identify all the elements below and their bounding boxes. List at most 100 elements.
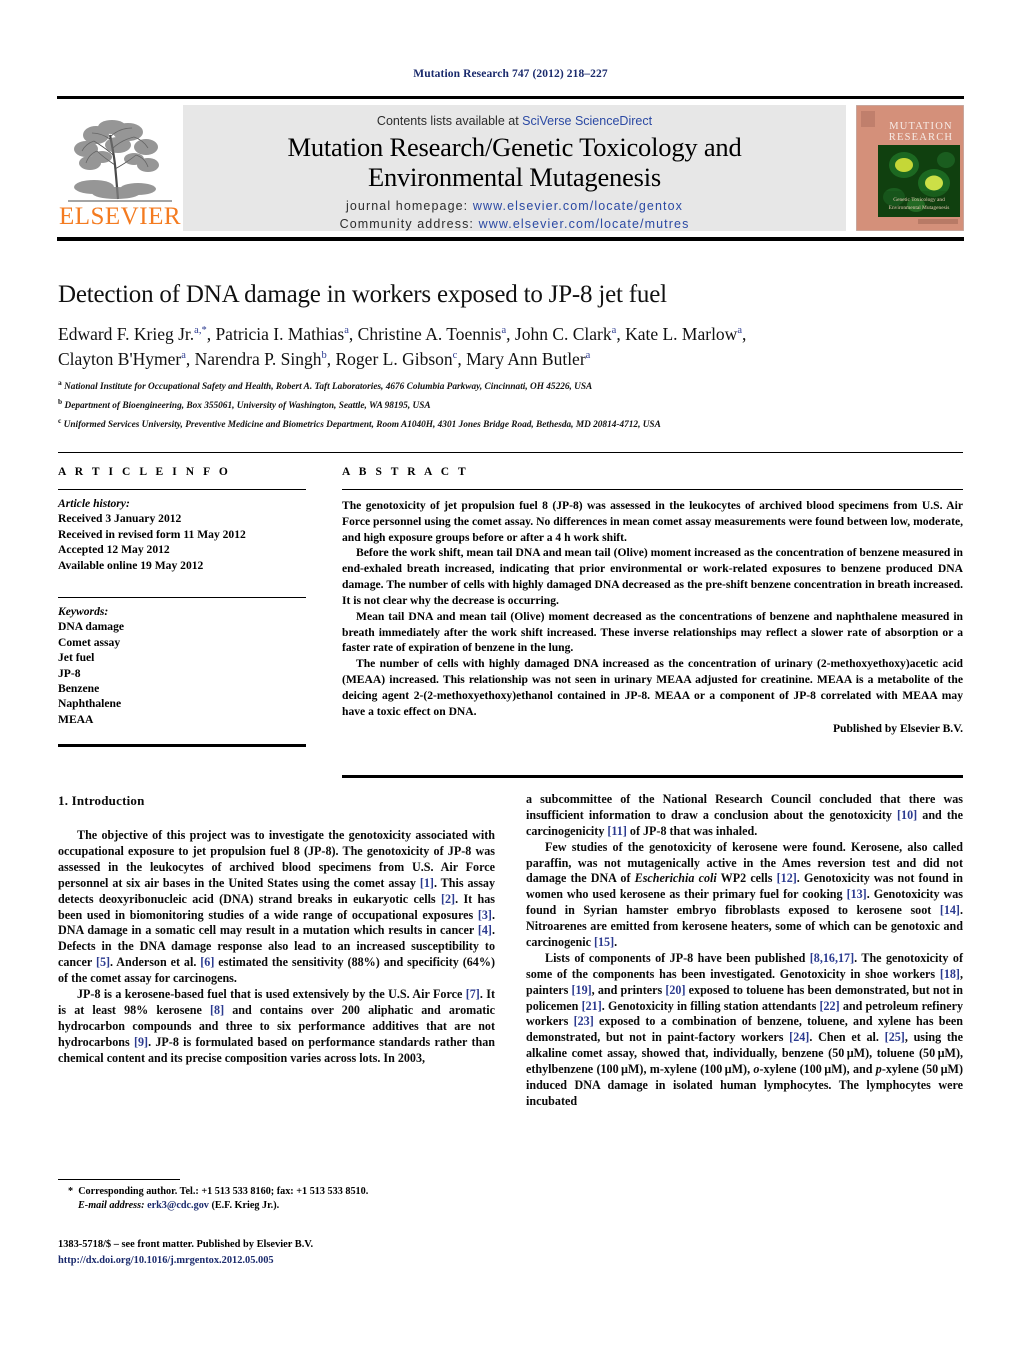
body-column-left: 1. Introduction The objective of this pr… bbox=[58, 792, 495, 1066]
author-affil-mark: a bbox=[501, 325, 507, 337]
citation-ref[interactable]: [14] bbox=[940, 903, 960, 917]
citation-ref[interactable]: [25] bbox=[885, 1030, 905, 1044]
citation-ref[interactable]: [24] bbox=[789, 1030, 809, 1044]
keywords-block: Keywords: DNA damage Comet assay Jet fue… bbox=[58, 604, 306, 727]
section-heading-introduction: 1. Introduction bbox=[58, 793, 145, 808]
journal-cover-thumbnail: MUTATION RESEARCH Genetic Toxicology and… bbox=[855, 104, 965, 232]
affiliation-text: Uniformed Services University, Preventiv… bbox=[63, 420, 661, 431]
author-affil-mark: b bbox=[321, 350, 327, 362]
svg-text:Genetic Toxicology and: Genetic Toxicology and bbox=[893, 197, 945, 203]
abstract-column: A B S T R A C T The genotoxicity of jet … bbox=[342, 466, 963, 735]
author-affil-mark: a bbox=[585, 350, 591, 362]
contents-lists-line: Contents lists available at SciVerse Sci… bbox=[183, 114, 846, 128]
abstract-paragraph: Mean tail DNA and mean tail (Olive) mome… bbox=[342, 609, 963, 655]
keyword-item: Naphthalene bbox=[58, 697, 122, 711]
citation-ref[interactable]: [11] bbox=[607, 824, 626, 838]
keywords-rule bbox=[58, 597, 306, 599]
footnote-text: * Corresponding author. Tel.: +1 513 533… bbox=[58, 1185, 495, 1214]
affiliation-mark: b bbox=[58, 397, 63, 407]
paper-page: Mutation Research 747 (2012) 218–227 ELS… bbox=[0, 0, 1021, 1351]
email-link[interactable]: erk3@cdc.gov bbox=[147, 1200, 209, 1211]
affiliation-item: a National Institute for Occupational Sa… bbox=[58, 377, 963, 396]
front-matter-line: 1383-5718/$ – see front matter. Publishe… bbox=[58, 1239, 314, 1250]
footnote-asterisk: * bbox=[68, 1186, 74, 1197]
journal-title: Mutation Research/Genetic Toxicology and… bbox=[183, 132, 846, 192]
history-item: Received in revised form 11 May 2012 bbox=[58, 527, 246, 541]
running-head: Mutation Research 747 (2012) 218–227 bbox=[413, 68, 608, 80]
elsevier-tree-icon bbox=[66, 117, 174, 203]
community-url[interactable]: www.elsevier.com/locate/mutres bbox=[479, 217, 690, 231]
body-paragraph: Few studies of the genotoxicity of keros… bbox=[526, 839, 964, 950]
article-info-bottom-rule bbox=[58, 744, 306, 747]
keywords-label: Keywords: bbox=[58, 605, 109, 619]
author-affil-mark: a bbox=[611, 325, 617, 337]
citation-ref[interactable]: [19] bbox=[572, 983, 592, 997]
citation-ref[interactable]: [12] bbox=[777, 871, 797, 885]
imprint-block: 1383-5718/$ – see front matter. Publishe… bbox=[58, 1237, 518, 1268]
keyword-item: MEAA bbox=[58, 712, 94, 726]
author-affil-mark: a bbox=[344, 325, 349, 337]
article-info-column: A R T I C L E I N F O Article history: R… bbox=[58, 466, 306, 727]
affiliation-mark: a bbox=[58, 378, 62, 387]
citation-ref[interactable]: [2] bbox=[441, 892, 455, 906]
affiliation-item: b Department of Bioengineering, Box 3550… bbox=[58, 396, 963, 415]
community-address-line: Community address: www.elsevier.com/loca… bbox=[183, 215, 846, 233]
keyword-item: Benzene bbox=[58, 682, 100, 696]
article-info-rule bbox=[58, 489, 306, 490]
citation-ref[interactable]: [5] bbox=[96, 955, 110, 969]
abstract-heading: A B S T R A C T bbox=[342, 466, 469, 478]
citation-ref[interactable]: [8] bbox=[210, 1003, 224, 1017]
history-item: Accepted 12 May 2012 bbox=[58, 543, 170, 557]
abstract-publisher-credit: Published by Elsevier B.V. bbox=[832, 722, 963, 736]
footnote-rule bbox=[58, 1179, 180, 1180]
author-affil-mark: a bbox=[737, 325, 742, 337]
corresponding-author-footnote: * Corresponding author. Tel.: +1 513 533… bbox=[58, 1179, 495, 1214]
email-owner: (E.F. Krieg Jr.). bbox=[211, 1200, 280, 1212]
citation-ref[interactable]: [10] bbox=[897, 808, 917, 822]
keyword-item: JP-8 bbox=[58, 666, 81, 680]
body-paragraph: The objective of this project was to inv… bbox=[58, 828, 496, 986]
info-abstract-divider bbox=[58, 452, 963, 453]
citation-ref[interactable]: [7] bbox=[466, 987, 480, 1001]
citation-ref[interactable]: [6] bbox=[200, 955, 214, 969]
citation-ref[interactable]: [18] bbox=[940, 967, 960, 981]
affiliation-text: Department of Bioengineering, Box 355061… bbox=[64, 401, 431, 412]
history-item: Received 3 January 2012 bbox=[58, 512, 182, 526]
body-paragraph: Lists of components of JP-8 have been pu… bbox=[526, 950, 964, 1108]
community-label: Community address: bbox=[339, 217, 479, 232]
citation-ref[interactable]: [8,16,17] bbox=[810, 951, 854, 965]
citation-ref[interactable]: [13] bbox=[847, 887, 867, 901]
body-paragraph: a subcommittee of the National Research … bbox=[526, 792, 963, 838]
citation-ref[interactable]: [9] bbox=[134, 1035, 148, 1049]
journal-masthead: ELSEVIER Contents lists available at Sci… bbox=[57, 96, 965, 241]
citation-ref[interactable]: [3] bbox=[478, 908, 492, 922]
author-affil-mark: c bbox=[452, 350, 458, 362]
author-list: Edward F. Krieg Jr.a,*, Patricia I. Math… bbox=[58, 324, 747, 370]
citation-ref[interactable]: [1] bbox=[420, 876, 434, 890]
corresponding-author-line: Corresponding author. Tel.: +1 513 533 8… bbox=[78, 1186, 369, 1197]
citation-ref[interactable]: [23] bbox=[574, 1014, 594, 1028]
citation-ref[interactable]: [21] bbox=[582, 999, 602, 1013]
affiliation-item: c Uniformed Services University, Prevent… bbox=[58, 415, 963, 434]
sciencedirect-link[interactable]: SciVerse ScienceDirect bbox=[522, 114, 652, 128]
elsevier-logo: ELSEVIER bbox=[57, 105, 183, 231]
journal-cover-image: MUTATION RESEARCH Genetic Toxicology and… bbox=[855, 104, 965, 232]
doi-link[interactable]: http://dx.doi.org/10.1016/j.mrgentox.201… bbox=[58, 1255, 274, 1266]
keyword-item: Jet fuel bbox=[58, 651, 95, 665]
elsevier-wordmark: ELSEVIER bbox=[58, 203, 182, 230]
svg-text:Environmental Mutagenesis: Environmental Mutagenesis bbox=[889, 205, 950, 211]
abstract-rule bbox=[342, 489, 963, 490]
homepage-url[interactable]: www.elsevier.com/locate/gentox bbox=[473, 199, 683, 213]
affiliation-list: a National Institute for Occupational Sa… bbox=[58, 377, 963, 434]
abstract-paragraph: Before the work shift, mean tail DNA and… bbox=[342, 546, 963, 607]
journal-band: Contents lists available at SciVerse Sci… bbox=[183, 105, 846, 231]
citation-ref[interactable]: [4] bbox=[478, 923, 492, 937]
journal-homepage-line: journal homepage: www.elsevier.com/locat… bbox=[183, 197, 846, 215]
citation-ref[interactable]: [15] bbox=[594, 935, 614, 949]
citation-ref[interactable]: [20] bbox=[665, 983, 685, 997]
species-name: Escherichia coli bbox=[634, 871, 717, 886]
homepage-label: journal homepage: bbox=[346, 199, 473, 214]
citation-ref[interactable]: [22] bbox=[819, 999, 839, 1013]
contents-prefix: Contents lists available at bbox=[376, 114, 523, 128]
